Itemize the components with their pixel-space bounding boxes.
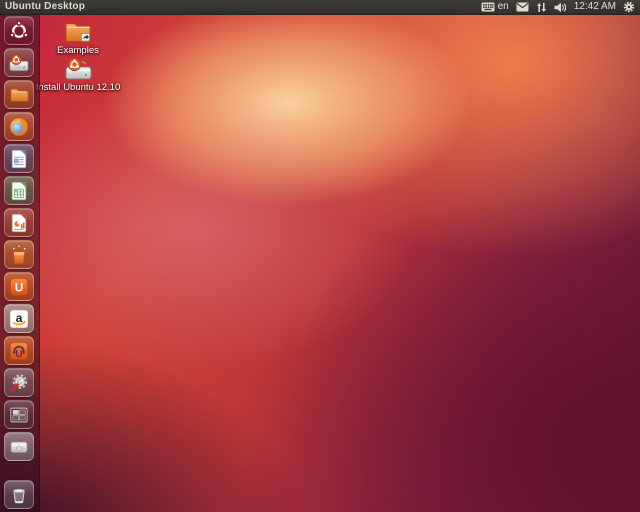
launcher-item-workspace-switcher[interactable] (4, 400, 34, 429)
messaging-indicator[interactable] (516, 2, 529, 12)
indicator-tray: en 12:42 AM (481, 0, 640, 14)
launcher-item-system-settings[interactable] (4, 368, 34, 397)
launcher-item-firefox[interactable] (4, 112, 34, 141)
calc-spreadsheet-icon (8, 180, 30, 202)
launcher-item-trash[interactable] (4, 480, 34, 509)
unity-launcher: U a U (0, 14, 40, 512)
session-gear-icon (623, 1, 635, 13)
ubuntu-one-letter: U (15, 280, 24, 294)
music-store-icon: U (8, 340, 30, 362)
clock-label: 12:42 AM (574, 0, 616, 14)
clock-indicator[interactable]: 12:42 AM (574, 0, 616, 14)
amazon-icon: a (8, 308, 30, 330)
launcher-item-ubuntu-software-center[interactable] (4, 240, 34, 269)
panel-title: Ubuntu Desktop (0, 0, 85, 14)
gear-wrench-icon (8, 372, 30, 394)
mail-icon (516, 2, 529, 12)
desktop-icon-examples[interactable]: Examples (34, 20, 122, 56)
folder-icon (8, 84, 30, 106)
shopping-bag-icon (8, 244, 30, 266)
launcher-item-amazon[interactable]: a (4, 304, 34, 333)
ubuntu-one-icon: U (8, 276, 30, 298)
keyboard-layout-label: en (498, 0, 509, 14)
workspaces-grid-icon (8, 404, 30, 426)
folder-link-icon (63, 20, 93, 45)
launcher-item-libreoffice-calc[interactable] (4, 176, 34, 205)
launcher-item-ubuntu-one[interactable]: U (4, 272, 34, 301)
desktop-icon-label: Examples (57, 46, 99, 56)
launcher-item-home-folder[interactable] (4, 80, 34, 109)
desktop-icon-label: Install Ubuntu 12.10 (36, 83, 121, 93)
trash-icon (8, 484, 30, 506)
installer-disk-icon (7, 52, 31, 74)
writer-document-icon (8, 148, 30, 170)
top-panel: Ubuntu Desktop en (0, 0, 640, 15)
sound-indicator[interactable] (554, 2, 567, 13)
session-indicator[interactable] (623, 1, 635, 13)
keyboard-icon (481, 2, 495, 12)
launcher-item-dash-home[interactable] (4, 16, 34, 45)
volume-icon (554, 2, 567, 13)
launcher-item-disk-drive[interactable] (4, 432, 34, 461)
launcher-item-libreoffice-impress[interactable] (4, 208, 34, 237)
launcher-item-libreoffice-writer[interactable] (4, 144, 34, 173)
drive-icon (8, 436, 30, 458)
launcher-item-install-ubuntu[interactable] (4, 48, 34, 77)
music-store-letter: U (15, 348, 22, 359)
impress-presentation-icon (8, 212, 30, 234)
network-indicator[interactable] (536, 2, 547, 13)
keyboard-layout-indicator[interactable]: en (481, 0, 509, 14)
desktop-icon-install-ubuntu[interactable]: Install Ubuntu 12.10 (34, 56, 122, 93)
firefox-icon (8, 116, 30, 138)
network-arrows-icon (536, 2, 547, 13)
ubuntu-logo-icon (8, 20, 30, 42)
installer-disk-icon (62, 56, 94, 82)
launcher-item-ubuntu-one-music[interactable]: U (4, 336, 34, 365)
amazon-letter: a (16, 310, 23, 324)
